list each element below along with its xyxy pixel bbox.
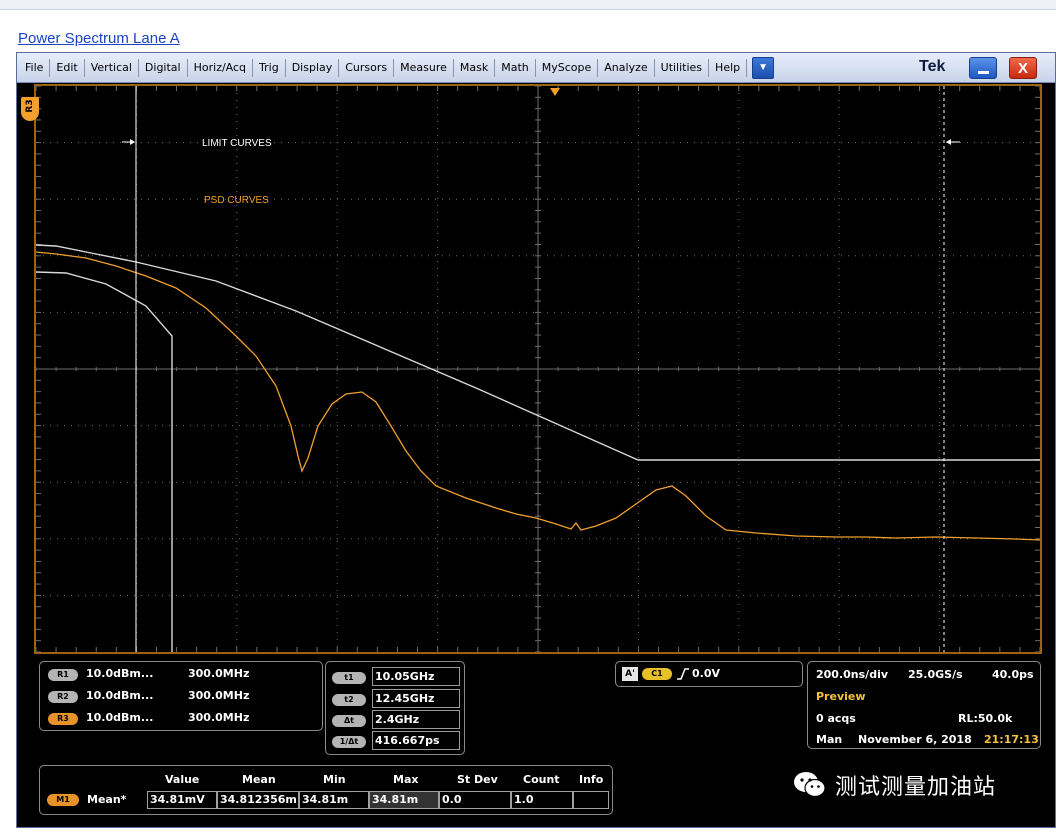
acq-time: 21:17:13 xyxy=(984,733,1039,746)
menu-myscope[interactable]: MyScope xyxy=(536,58,599,77)
ref-r3-marker[interactable]: R3 xyxy=(21,97,39,121)
meas-info xyxy=(573,791,609,809)
meas-mean: 34.812356m xyxy=(217,791,299,809)
reference-panel: R1 10.0dBm... 300.0MHz R2 10.0dBm... 300… xyxy=(39,661,323,731)
meas-m1-name: Mean* xyxy=(87,793,127,806)
watermark-text: 测试测量加油站 xyxy=(835,775,997,800)
trigger-mode-badge: A' xyxy=(622,667,638,681)
menu-measure[interactable]: Measure xyxy=(394,58,454,77)
ref-r2-scale: 10.0dBm... xyxy=(86,689,154,702)
ref-r3-scale: 10.0dBm... xyxy=(86,711,154,724)
record-length: RL:50.0k xyxy=(958,712,1013,725)
minimize-button[interactable] xyxy=(969,57,997,79)
meas-count: 1.0 xyxy=(511,791,573,809)
menu-vertical[interactable]: Vertical xyxy=(85,58,139,77)
meas-header-min: Min xyxy=(323,773,346,786)
top-strip xyxy=(0,0,1056,10)
menu-help[interactable]: Help xyxy=(709,58,748,77)
menu-digital[interactable]: Digital xyxy=(139,58,188,77)
sample-rate: 25.0GS/s xyxy=(908,668,963,681)
menu-horiz-acq[interactable]: Horiz/Acq xyxy=(188,58,254,77)
meas-max: 34.81m xyxy=(369,791,439,809)
resolution: 40.0ps xyxy=(992,668,1034,681)
label-psd-curves: PSD CURVES xyxy=(204,195,269,206)
trigger-level: 0.0V xyxy=(692,667,720,680)
ref-r3-badge[interactable]: R3 xyxy=(48,713,78,725)
menu-bar: File Edit Vertical Digital Horiz/Acq Tri… xyxy=(17,53,1055,83)
menu-utilities[interactable]: Utilities xyxy=(655,58,710,77)
label-limit-curves: LIMIT CURVES xyxy=(202,138,272,149)
menu-mask[interactable]: Mask xyxy=(454,58,496,77)
ref-r2-freq: 300.0MHz xyxy=(188,689,250,702)
waveform-display[interactable]: LIMIT CURVES PSD CURVES xyxy=(34,84,1042,654)
trigger-source-badge: C1 xyxy=(642,668,672,680)
meas-stdev: 0.0 xyxy=(439,791,511,809)
menu-cursors[interactable]: Cursors xyxy=(339,58,395,77)
menu-trig[interactable]: Trig xyxy=(253,58,286,77)
cursor-panel: t1 10.05GHz t2 12.45GHz Δt 2.4GHz 1/Δt 4… xyxy=(325,661,465,755)
watermark: 测试测量加油站 xyxy=(793,769,996,801)
cursor-delta-badge[interactable]: Δt xyxy=(332,715,366,727)
scope-window: File Edit Vertical Digital Horiz/Acq Tri… xyxy=(16,52,1056,828)
meas-header-stdev: St Dev xyxy=(457,773,498,786)
ref-r1-freq: 300.0MHz xyxy=(188,667,250,680)
acq-count: 0 acqs xyxy=(816,712,856,725)
meas-header-info: Info xyxy=(579,773,604,786)
ref-r2-badge[interactable]: R2 xyxy=(48,691,78,703)
acquisition-panel[interactable]: 200.0ns/div 25.0GS/s 40.0ps Preview 0 ac… xyxy=(807,661,1041,749)
meas-min: 34.81m xyxy=(299,791,369,809)
menu-file[interactable]: File xyxy=(17,58,51,77)
cursor-delta-value: 2.4GHz xyxy=(372,710,460,729)
tek-logo: Tek xyxy=(919,58,946,75)
meas-header-mean: Mean xyxy=(242,773,276,786)
ref-r1-scale: 10.0dBm... xyxy=(86,667,154,680)
rising-edge-icon xyxy=(677,668,689,680)
cursor-t2-badge[interactable]: t2 xyxy=(332,694,366,706)
ref-r3-freq: 300.0MHz xyxy=(188,711,250,724)
cursor-t1-badge[interactable]: t1 xyxy=(332,672,366,684)
cursor-inverse-badge[interactable]: 1/Δt xyxy=(332,736,366,748)
cursor-t1-value: 10.05GHz xyxy=(372,667,460,686)
minimize-icon xyxy=(978,71,989,74)
acq-date: November 6, 2018 xyxy=(858,733,972,746)
menu-edit[interactable]: Edit xyxy=(50,58,85,77)
wechat-icon xyxy=(794,772,826,798)
limit-curve-lower xyxy=(36,271,173,652)
acq-mode: Preview xyxy=(816,690,866,703)
meas-header-max: Max xyxy=(393,773,419,786)
menu-analyze[interactable]: Analyze xyxy=(598,58,655,77)
meas-header-value: Value xyxy=(165,773,200,786)
cursor-t1-arrowhead xyxy=(130,139,135,145)
dropdown-icon[interactable]: ▼ xyxy=(752,56,775,79)
meas-value: 34.81mV xyxy=(147,791,217,809)
time-per-div: 200.0ns/div xyxy=(816,668,889,681)
trigger-panel[interactable]: A' C1 0.0V xyxy=(615,661,803,687)
cursor-t2-arrowhead xyxy=(946,139,951,145)
close-button[interactable]: X xyxy=(1009,57,1037,79)
cursor-t2-value: 12.45GHz xyxy=(372,689,460,708)
trigger-position-marker[interactable] xyxy=(550,88,560,96)
cursor-inverse-value: 416.667ps xyxy=(372,731,460,750)
graticule: LIMIT CURVES PSD CURVES xyxy=(36,86,1040,652)
ref-r1-badge[interactable]: R1 xyxy=(48,669,78,681)
run-mode: Man xyxy=(816,733,843,746)
menu-display[interactable]: Display xyxy=(286,58,340,77)
meas-m1-badge[interactable]: M1 xyxy=(47,794,79,806)
page-title[interactable]: Power Spectrum Lane A xyxy=(18,30,180,47)
meas-header-count: Count xyxy=(523,773,560,786)
menu-math[interactable]: Math xyxy=(495,58,536,77)
